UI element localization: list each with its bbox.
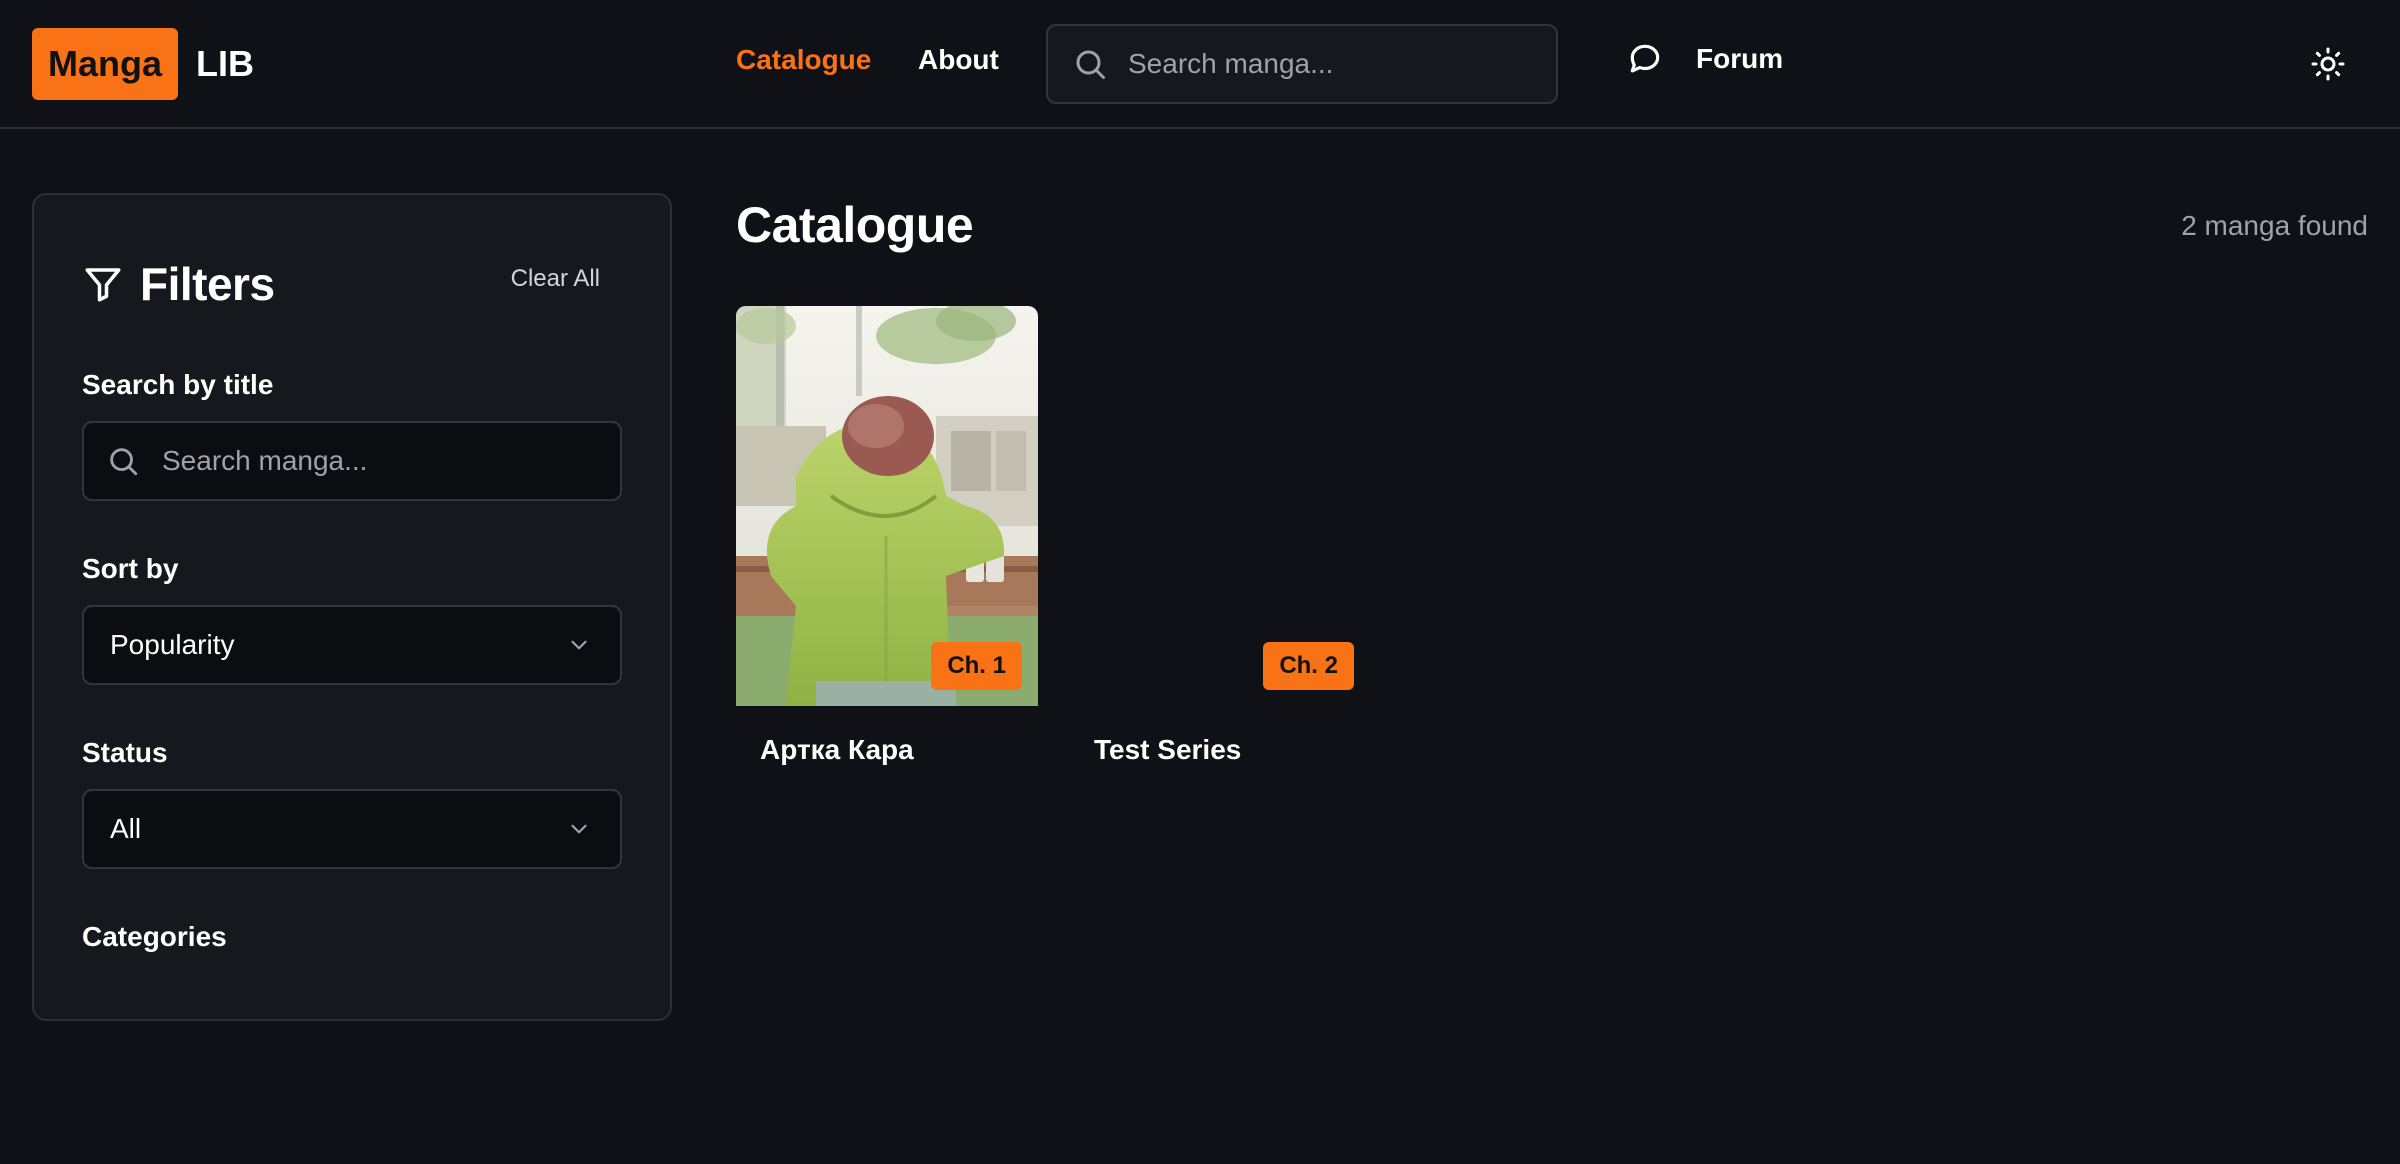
filter-search-box <box>82 421 622 501</box>
page-title: Catalogue <box>736 197 974 253</box>
manga-title: Test Series <box>1094 734 1242 765</box>
site-logo[interactable]: Manga LIB <box>32 28 254 100</box>
search-by-title-label: Search by title <box>82 369 274 400</box>
categories-label: Categories <box>82 921 227 952</box>
search-icon <box>110 448 138 476</box>
top-navbar: Manga LIB Catalogue About Forum <box>0 0 2400 129</box>
nav-catalogue-link[interactable]: Catalogue <box>736 44 871 76</box>
search-icon <box>1076 50 1105 79</box>
logo-highlight: Manga <box>32 28 179 100</box>
forum-label: Forum <box>1696 43 1784 74</box>
header-search-input[interactable] <box>1128 48 1556 80</box>
manga-cover: Ch. 2 <box>1068 306 1370 706</box>
manga-card[interactable]: Ch. 1 Артка Кара <box>736 306 1038 765</box>
nav-about-link[interactable]: About <box>918 44 999 76</box>
filter-search-input[interactable] <box>162 445 620 477</box>
logo-text: LIB <box>196 43 255 84</box>
header-search-box <box>1046 24 1558 104</box>
filters-header: Filters <box>82 257 275 311</box>
sort-by-label: Sort by <box>82 553 179 584</box>
clear-all-button[interactable]: Clear All <box>511 265 600 293</box>
results-count: 2 manga found <box>2181 210 2368 241</box>
chat-bubble-icon <box>1630 44 1660 73</box>
chapter-badge: Ch. 1 <box>931 642 1022 690</box>
manga-title: Артка Кара <box>760 734 914 765</box>
chapter-badge: Ch. 2 <box>1263 642 1354 690</box>
filters-title: Filters <box>140 258 275 310</box>
manga-cover: Ch. 1 <box>736 306 1038 706</box>
sun-icon[interactable] <box>2310 46 2346 82</box>
filter-icon <box>85 268 121 302</box>
status-select[interactable]: All <box>82 789 622 869</box>
sort-select[interactable]: Popularity <box>82 605 622 685</box>
chevron-down-icon <box>571 640 587 650</box>
filters-panel: Filters Clear All Search by title Sort b… <box>32 193 672 1021</box>
chevron-down-icon <box>571 824 587 834</box>
manga-card[interactable]: Ch. 2 Test Series <box>1068 306 1370 765</box>
status-label: Status <box>82 737 168 768</box>
forum-link[interactable]: Forum <box>1626 40 1783 78</box>
status-select-value: All <box>110 813 142 844</box>
sort-select-value: Popularity <box>110 629 235 660</box>
